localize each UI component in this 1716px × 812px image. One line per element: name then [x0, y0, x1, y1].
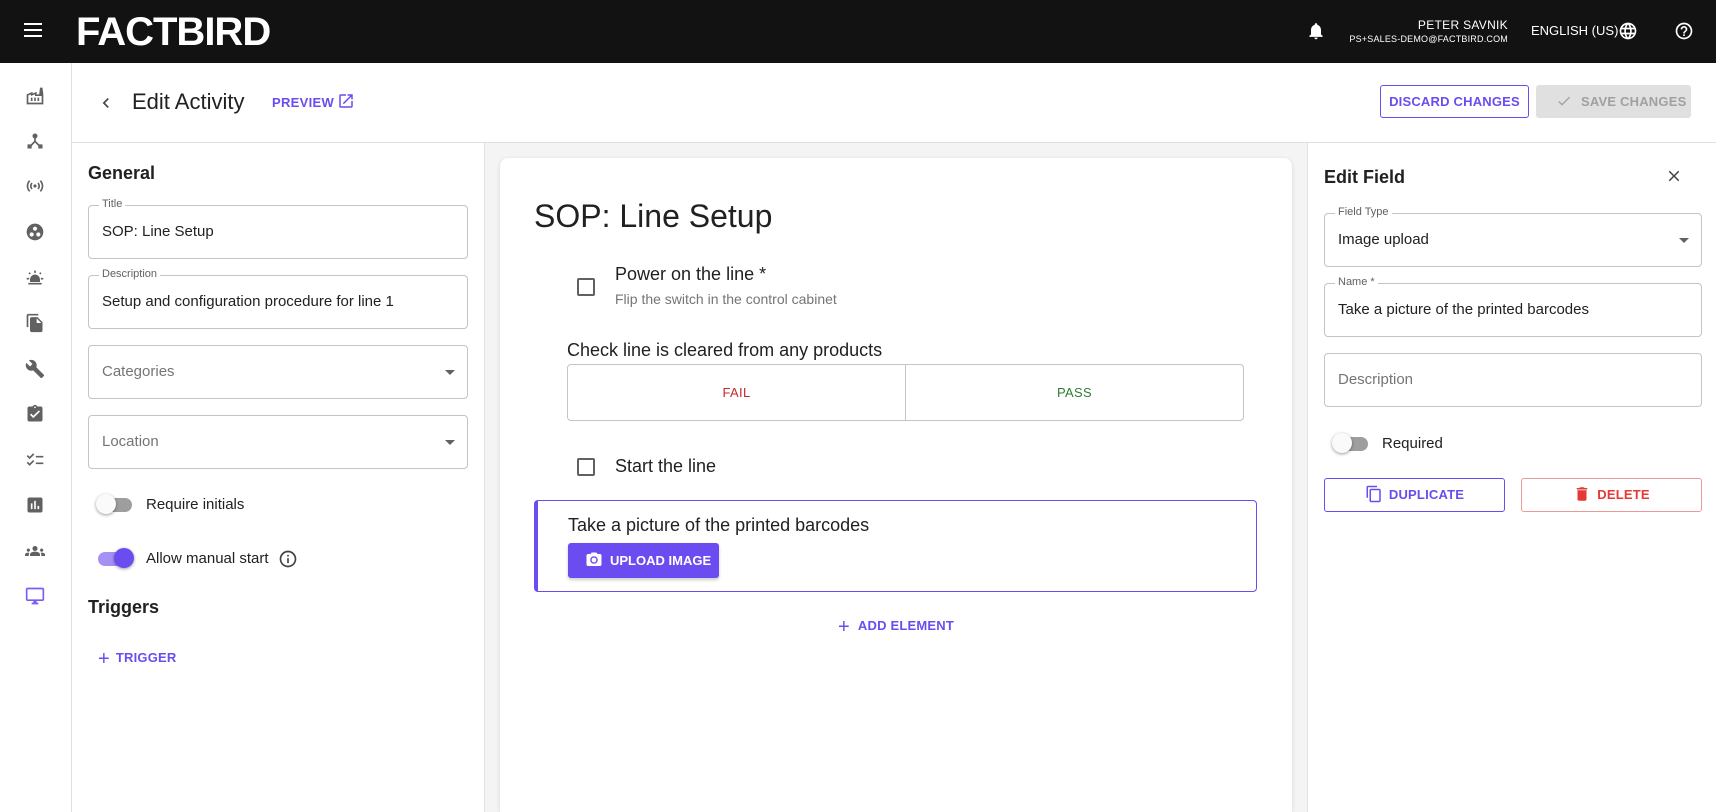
upload-image-button[interactable]: UPLOAD IMAGE	[568, 543, 719, 578]
navigation-rail	[0, 63, 72, 812]
check-icon	[1558, 96, 1570, 106]
allow-manual-start-toggle[interactable]	[96, 548, 134, 568]
upload-image-label: UPLOAD IMAGE	[610, 553, 712, 568]
pass-fail-group: FAIL PASS	[567, 364, 1244, 421]
user-name: PETER SAVNIK	[1417, 18, 1508, 32]
duplicate-button[interactable]: DUPLICATE	[1324, 478, 1505, 512]
title-field-label: Title	[99, 198, 126, 210]
add-element-label: ADD ELEMENT	[857, 618, 954, 633]
field-name-input[interactable]: Name * Take a picture of the printed bar…	[1324, 276, 1702, 337]
preview-link[interactable]: PREVIEW	[272, 95, 334, 110]
notifications-bell-icon[interactable]	[1306, 21, 1326, 41]
wrench-icon[interactable]	[25, 359, 45, 379]
location-select[interactable]: Location	[88, 415, 468, 469]
field-type-label: Field Type	[1335, 206, 1392, 218]
add-trigger-button[interactable]: + TRIGGER	[98, 648, 177, 671]
triggers-section-title: Triggers	[88, 597, 160, 617]
item-title: Power on the line *	[615, 264, 767, 284]
checkbox-start-line[interactable]	[577, 458, 595, 476]
factory-icon[interactable]	[25, 86, 45, 106]
field-type-value: Image upload	[1338, 231, 1429, 248]
edit-field-title: Edit Field	[1324, 167, 1405, 187]
user-email: PS+SALES-DEMO@FACTBIRD.COM	[1349, 34, 1508, 44]
title-field-value: SOP: Line Setup	[102, 223, 214, 240]
sensor-icon[interactable]	[25, 176, 45, 196]
trash-icon	[1577, 487, 1588, 501]
analytics-icon[interactable]	[25, 495, 45, 515]
sop-title: SOP: Line Setup	[534, 198, 773, 234]
top-app-bar: FACTBIRD PETER SAVNIK PS+SALES-DEMO@FACT…	[0, 0, 1716, 63]
checklist-icon[interactable]	[25, 450, 45, 470]
menu-icon[interactable]	[24, 23, 42, 37]
require-initials-toggle[interactable]	[96, 494, 132, 514]
field-name-value: Take a picture of the printed barcodes	[1338, 301, 1589, 318]
edit-field-panel: Edit Field Field Type Image upload Name …	[1307, 143, 1716, 812]
categories-select[interactable]: Categories	[88, 345, 468, 399]
alarm-light-icon[interactable]	[25, 267, 45, 287]
dropdown-caret-icon	[445, 440, 455, 445]
page-title: Edit Activity	[132, 89, 245, 114]
page-header: Edit Activity PREVIEW DISCARD CHANGES SA…	[72, 63, 1716, 143]
selected-image-item[interactable]: Take a picture of the printed barcodes U…	[534, 500, 1257, 592]
allow-manual-start-label: Allow manual start	[146, 550, 269, 567]
assignment-check-icon[interactable]	[25, 404, 45, 424]
dropdown-caret-icon	[1679, 238, 1689, 243]
description-field-value: Setup and configuration procedure for li…	[102, 293, 394, 310]
field-type-select[interactable]: Field Type Image upload	[1324, 206, 1702, 267]
field-description-placeholder: Description	[1338, 371, 1414, 388]
pass-button[interactable]: PASS	[906, 365, 1243, 420]
monitor-icon[interactable]	[25, 586, 45, 606]
item-title: Check line is cleared from any products	[567, 340, 883, 360]
field-description-input[interactable]: Description	[1324, 353, 1702, 407]
require-initials-label: Require initials	[146, 496, 245, 513]
location-placeholder: Location	[102, 433, 159, 450]
add-trigger-label: TRIGGER	[115, 650, 177, 665]
title-field[interactable]: Title SOP: Line Setup	[88, 198, 468, 259]
groups-icon[interactable]	[25, 541, 45, 561]
factbird-logo[interactable]: FACTBIRD	[76, 10, 271, 55]
save-changes-button[interactable]: SAVE CHANGES	[1536, 85, 1691, 118]
save-changes-label: SAVE CHANGES	[1581, 94, 1687, 109]
general-section-title: General	[88, 163, 156, 183]
item-subtitle: Flip the switch in the control cabinet	[615, 291, 837, 307]
info-icon[interactable]	[278, 549, 298, 569]
back-arrow-icon[interactable]	[96, 93, 116, 113]
help-icon[interactable]	[1674, 21, 1694, 41]
workspaces-icon[interactable]	[25, 222, 45, 242]
checkbox-power-on[interactable]	[577, 278, 595, 296]
plus-icon: +	[98, 648, 110, 670]
network-icon[interactable]	[25, 131, 45, 151]
delete-label: DELETE	[1597, 487, 1650, 502]
duplicate-label: DUPLICATE	[1388, 487, 1465, 502]
plus-icon: +	[838, 616, 850, 638]
description-field[interactable]: Description Setup and configuration proc…	[88, 268, 468, 329]
copy-icon	[1366, 485, 1381, 503]
dropdown-caret-icon	[445, 370, 455, 375]
required-toggle[interactable]	[1332, 433, 1368, 453]
sop-card: SOP: Line Setup Power on the line * Flip…	[500, 158, 1292, 812]
fail-button[interactable]: FAIL	[568, 365, 906, 420]
required-label: Required	[1382, 435, 1443, 452]
discard-changes-button[interactable]: DISCARD CHANGES	[1380, 85, 1529, 118]
language-selector[interactable]: ENGLISH (US)	[1531, 23, 1618, 38]
close-icon[interactable]	[1665, 167, 1683, 185]
camera-icon	[586, 552, 602, 566]
description-field-label: Description	[99, 268, 161, 280]
field-name-label: Name *	[1335, 276, 1378, 288]
item-title: Take a picture of the printed barcodes	[568, 515, 870, 535]
item-title: Start the line	[615, 456, 717, 476]
globe-icon[interactable]	[1618, 21, 1638, 41]
categories-placeholder: Categories	[102, 363, 175, 380]
delete-button[interactable]: DELETE	[1521, 478, 1702, 512]
add-element-button[interactable]: + ADD ELEMENT	[838, 616, 954, 639]
open-in-new-icon[interactable]	[337, 92, 355, 110]
documents-icon[interactable]	[25, 313, 45, 333]
activity-settings-panel: General Title SOP: Line Setup Descriptio…	[72, 143, 485, 812]
user-account[interactable]: PETER SAVNIK PS+SALES-DEMO@FACTBIRD.COM	[1349, 18, 1508, 44]
